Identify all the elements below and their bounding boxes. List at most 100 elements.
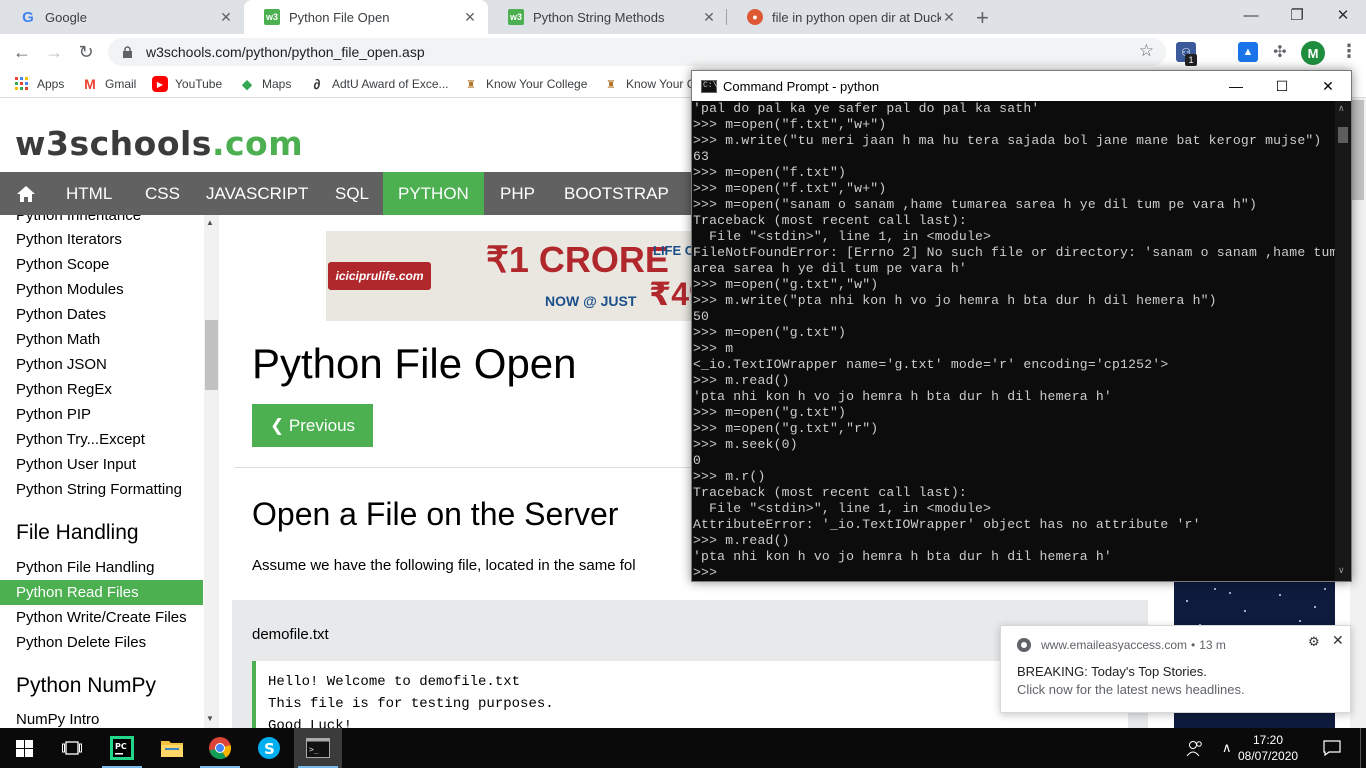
w3schools-logo[interactable]: w3schools.com — [15, 124, 303, 163]
extension-vpn-icon[interactable]: ▲ — [1238, 42, 1258, 62]
nav-javascript[interactable]: JAVASCRIPT — [191, 172, 323, 215]
cmd-scrollbar-thumb[interactable] — [1338, 127, 1348, 143]
windows-start-icon[interactable] — [0, 728, 48, 768]
sidebar-scrollbar[interactable] — [204, 215, 219, 728]
sidebar-item-python-regex[interactable]: Python RegEx — [0, 377, 203, 402]
reload-icon[interactable]: ↻ — [75, 41, 97, 63]
advertisement-banner[interactable]: iciciprulife.com ₹1 CRORE LIFE C NOW @ J… — [326, 231, 706, 321]
sidebar-item-python-user-input[interactable]: Python User Input — [0, 452, 203, 477]
nav-sql[interactable]: SQL — [320, 172, 384, 215]
action-center-icon[interactable] — [1323, 728, 1341, 768]
home-icon[interactable] — [0, 172, 51, 215]
sidebar-item-python-try-except[interactable]: Python Try...Except — [0, 427, 203, 452]
close-tab-icon[interactable]: ✕ — [462, 9, 478, 26]
nav-bootstrap[interactable]: BOOTSTRAP — [549, 172, 684, 215]
sidebar-item-numpy-intro[interactable]: NumPy Intro — [0, 707, 203, 728]
back-arrow-icon[interactable]: ← — [11, 41, 33, 63]
system-clock[interactable]: 17:20 08/07/2020 — [1238, 732, 1298, 764]
bookmark-know-your-c[interactable]: ♜ Know Your C — [603, 76, 695, 92]
svg-text:S: S — [264, 740, 275, 758]
tab-python-string-methods[interactable]: w3 Python String Methods ✕ — [488, 0, 727, 34]
command-prompt-window[interactable]: C:\ Command Prompt - python — ☐ ✕ 'pal d… — [691, 70, 1352, 582]
sidebar-item-python-iterators[interactable]: Python Iterators — [0, 227, 203, 252]
nav-php[interactable]: PHP — [485, 172, 550, 215]
notification-toast[interactable]: www.emaileasyaccess.com • 13 m ⚙ ✕ BREAK… — [1000, 625, 1351, 713]
bookmark-gmail[interactable]: M Gmail — [82, 76, 136, 92]
console-output[interactable]: 'pal do pal ka ye safer pal do pal ka sa… — [692, 101, 1335, 581]
sidebar-item-python-string-formatting[interactable]: Python String Formatting — [0, 477, 203, 502]
close-window-button[interactable]: ✕ — [1320, 0, 1366, 30]
close-tab-icon[interactable]: ✕ — [941, 9, 957, 26]
bookmark-label: YouTube — [175, 77, 223, 91]
cmd-minimize-button[interactable]: — — [1213, 71, 1259, 101]
sidebar-item-python-write-create-files[interactable]: Python Write/Create Files — [0, 605, 203, 630]
sidebar-item-python-delete-files[interactable]: Python Delete Files — [0, 630, 203, 655]
scroll-down-arrow-icon[interactable]: ∨ — [1338, 565, 1345, 576]
sidebar-item-python-json[interactable]: Python JSON — [0, 352, 203, 377]
pycharm-icon[interactable]: PC — [98, 728, 146, 768]
nav-html[interactable]: HTML — [51, 172, 127, 215]
command-prompt-taskbar-icon[interactable]: >_ — [294, 728, 342, 768]
tab-duckduckgo[interactable]: ● file in python open dir at DuckDu ✕ — [727, 0, 967, 34]
scroll-down-arrow-icon[interactable]: ▼ — [206, 714, 214, 723]
sidebar-item-python-math[interactable]: Python Math — [0, 327, 203, 352]
tab-python-file-open[interactable]: w3 Python File Open ✕ — [244, 0, 488, 34]
nav-css[interactable]: CSS — [130, 172, 195, 215]
new-tab-button[interactable]: + — [976, 5, 989, 31]
close-tab-icon[interactable]: ✕ — [218, 9, 234, 26]
cmd-scrollbar[interactable]: ∧ ∨ — [1335, 101, 1351, 581]
console-line: >>> m.write("pta nhi kon h vo jo hemra h… — [693, 293, 1217, 308]
console-line: 50 — [693, 309, 710, 324]
w3schools-icon: w3 — [508, 9, 524, 25]
sidebar-item-python-file-handling[interactable]: Python File Handling — [0, 555, 203, 580]
separator-dot: • — [1191, 638, 1196, 652]
scroll-up-arrow-icon[interactable]: ∧ — [1338, 103, 1345, 114]
people-icon[interactable] — [1186, 728, 1204, 768]
show-desktop-button[interactable] — [1360, 728, 1366, 768]
address-bar[interactable]: w3schools.com/python/python_file_open.as… — [108, 38, 1166, 66]
cmd-title-bar[interactable]: C:\ Command Prompt - python — ☐ ✕ — [692, 71, 1351, 101]
clock-time: 17:20 — [1252, 733, 1284, 747]
console-line: >>> m=open("g.txt","w") — [693, 277, 879, 292]
show-hidden-icons-chevron-icon[interactable]: ∧ — [1222, 728, 1232, 768]
sidebar-item-python-dates[interactable]: Python Dates — [0, 302, 203, 327]
bookmark-adtu[interactable]: ∂ AdtU Award of Exce... — [309, 76, 449, 92]
bookmark-star-icon[interactable]: ☆ — [1139, 41, 1154, 61]
sidebar-scrollbar-thumb[interactable] — [205, 320, 218, 390]
skype-icon[interactable]: S — [245, 728, 293, 768]
apps-grid-icon — [14, 76, 30, 92]
gear-icon[interactable]: ⚙ — [1308, 634, 1320, 650]
close-icon[interactable]: ✕ — [1332, 632, 1344, 649]
page-scrollbar-thumb[interactable] — [1352, 100, 1364, 200]
sidebar-item-python-pip[interactable]: Python PIP — [0, 402, 203, 427]
sidebar-item-python-scope[interactable]: Python Scope — [0, 252, 203, 277]
sidebar: Python Inheritance Python Iterators Pyth… — [0, 215, 219, 728]
extensions-puzzle-icon[interactable]: ✣ — [1270, 42, 1290, 62]
forward-arrow-icon[interactable]: → — [43, 41, 65, 63]
ad-headline: ₹1 CRORE — [486, 239, 669, 280]
restore-button[interactable]: ❐ — [1274, 0, 1320, 30]
minimize-button[interactable]: — — [1228, 0, 1274, 30]
file-explorer-icon[interactable] — [148, 728, 196, 768]
menu-kebab-icon[interactable]: ⋮ — [1340, 41, 1358, 62]
file-content-box: Hello! Welcome to demofile.txt This file… — [252, 661, 1128, 728]
cmd-maximize-button[interactable]: ☐ — [1259, 71, 1305, 101]
scroll-up-arrow-icon[interactable]: ▲ — [206, 218, 214, 227]
bookmark-know-your-college[interactable]: ♜ Know Your College — [463, 76, 587, 92]
task-view-icon[interactable] — [48, 728, 96, 768]
previous-button[interactable]: ❮ Previous — [252, 404, 373, 447]
tab-google[interactable]: G Google ✕ — [0, 0, 244, 34]
lock-icon[interactable] — [120, 45, 134, 59]
close-tab-icon[interactable]: ✕ — [701, 9, 717, 26]
chrome-taskbar-icon[interactable] — [196, 728, 244, 768]
sidebar-item-python-read-files[interactable]: Python Read Files — [0, 580, 203, 605]
profile-avatar[interactable]: M — [1301, 41, 1325, 65]
nav-python[interactable]: PYTHON — [383, 172, 484, 215]
bookmark-maps[interactable]: ⬥ Maps — [239, 76, 291, 92]
sidebar-item-python-modules[interactable]: Python Modules — [0, 277, 203, 302]
page-scrollbar[interactable] — [1350, 98, 1366, 728]
bookmark-apps[interactable]: Apps — [14, 76, 64, 92]
cmd-close-button[interactable]: ✕ — [1305, 71, 1351, 101]
bookmark-youtube[interactable]: ▶ YouTube — [152, 76, 222, 92]
file-line: Hello! Welcome to demofile.txt — [268, 674, 521, 690]
